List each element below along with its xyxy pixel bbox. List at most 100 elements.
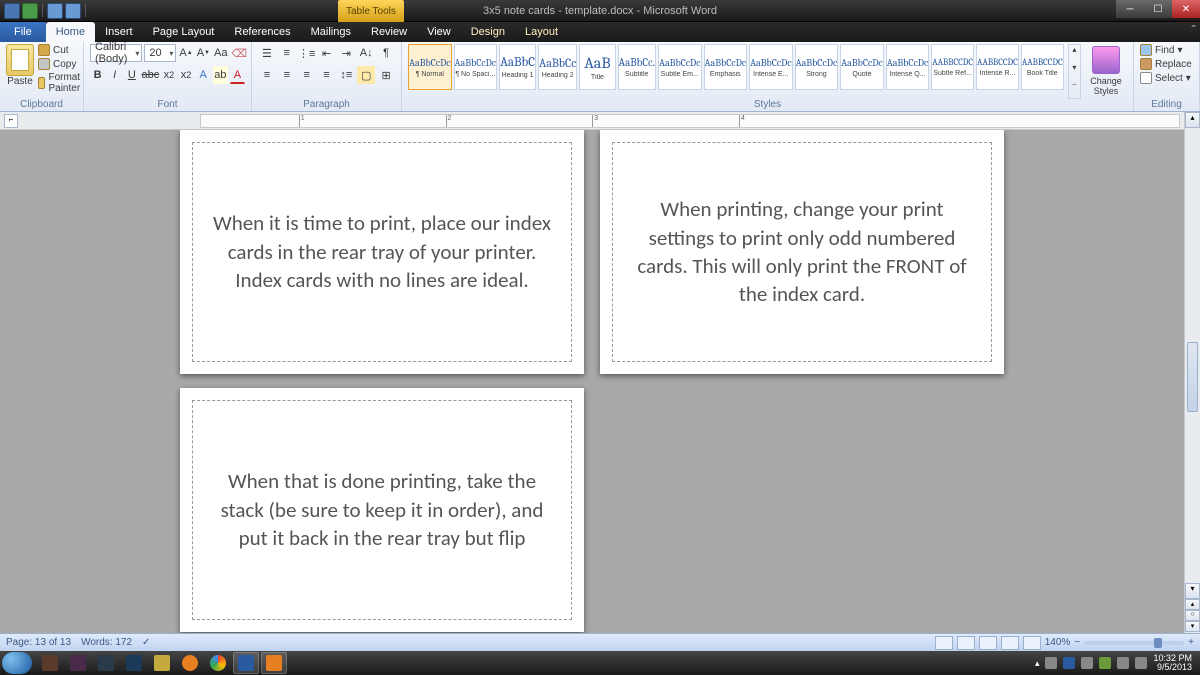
style-item-11[interactable]: AaBbCcDcIntense Q... xyxy=(886,44,930,90)
taskbar-app-chrome[interactable] xyxy=(205,652,231,674)
taskbar-app-vlc[interactable] xyxy=(261,652,287,674)
style-item-4[interactable]: AaBTitle xyxy=(579,44,615,90)
index-card-1[interactable]: When it is time to print, place our inde… xyxy=(180,130,584,374)
draft-view[interactable] xyxy=(1023,636,1041,650)
taskbar-app-lightroom[interactable] xyxy=(93,652,119,674)
close-button[interactable]: ✕ xyxy=(1172,0,1200,18)
print-layout-view[interactable] xyxy=(935,636,953,650)
font-color-button[interactable]: A xyxy=(230,66,245,84)
line-spacing-button[interactable]: ↕≡ xyxy=(337,66,355,84)
tray-bluetooth-icon[interactable] xyxy=(1063,657,1075,669)
sort-button[interactable]: A↓ xyxy=(357,44,375,62)
tab-references[interactable]: References xyxy=(224,22,300,42)
zoom-in-button[interactable]: + xyxy=(1188,637,1194,648)
index-card-2[interactable]: When printing, change your print setting… xyxy=(600,130,1004,374)
zoom-out-button[interactable]: − xyxy=(1074,637,1080,648)
borders-button[interactable]: ⊞ xyxy=(377,66,395,84)
subscript-button[interactable]: x2 xyxy=(161,66,176,84)
style-item-1[interactable]: AaBbCcDc¶ No Spaci... xyxy=(454,44,498,90)
index-card-3[interactable]: When that is done printing, take the sta… xyxy=(180,388,584,632)
tray-network-icon[interactable] xyxy=(1117,657,1129,669)
fullscreen-reading-view[interactable] xyxy=(957,636,975,650)
decrease-indent-button[interactable]: ⇤ xyxy=(318,44,336,62)
style-item-2[interactable]: AaBbCHeading 1 xyxy=(499,44,536,90)
document-area[interactable]: When it is time to print, place our inde… xyxy=(0,130,1184,633)
styles-gallery[interactable]: AaBbCcDc¶ NormalAaBbCcDc¶ No Spaci...AaB… xyxy=(408,44,1064,99)
styles-scroll-down[interactable]: ▾ xyxy=(1069,63,1080,81)
select-button[interactable]: Select ▾ xyxy=(1140,72,1193,84)
next-page-button[interactable]: ▾ xyxy=(1185,621,1200,632)
tray-icon[interactable] xyxy=(1045,657,1057,669)
taskbar-app-libraries[interactable] xyxy=(149,652,175,674)
styles-scroll-up[interactable]: ▴ xyxy=(1069,45,1080,63)
minimize-button[interactable]: ─ xyxy=(1116,0,1144,18)
tab-review[interactable]: Review xyxy=(361,22,417,42)
align-left-button[interactable]: ≡ xyxy=(258,66,276,84)
scroll-thumb[interactable] xyxy=(1187,342,1198,412)
find-button[interactable]: Find ▾ xyxy=(1140,44,1193,56)
start-button[interactable] xyxy=(2,652,32,674)
bold-button[interactable]: B xyxy=(90,66,105,84)
taskbar-app-indesign[interactable] xyxy=(65,652,91,674)
font-name-combo[interactable]: Calibri (Body) xyxy=(90,44,142,62)
change-styles-button[interactable]: Change Styles xyxy=(1085,44,1127,99)
strikethrough-button[interactable]: abc xyxy=(141,66,159,84)
style-item-10[interactable]: AaBbCcDcQuote xyxy=(840,44,884,90)
tab-page-layout[interactable]: Page Layout xyxy=(143,22,225,42)
clear-formatting-button[interactable]: ⌫ xyxy=(230,44,248,62)
style-item-13[interactable]: AABBCCDCIntense R... xyxy=(976,44,1019,90)
style-item-5[interactable]: AaBbCc.Subtitle xyxy=(618,44,656,90)
taskbar-app-word[interactable] xyxy=(233,652,259,674)
underline-button[interactable]: U xyxy=(124,66,139,84)
taskbar-app-bridge[interactable] xyxy=(37,652,63,674)
tab-mailings[interactable]: Mailings xyxy=(301,22,361,42)
taskbar-app-photoshop[interactable] xyxy=(121,652,147,674)
format-painter-button[interactable]: Format Painter xyxy=(38,72,85,94)
italic-button[interactable]: I xyxy=(107,66,122,84)
tab-selector[interactable]: ⌐ xyxy=(4,114,18,128)
tray-volume-icon[interactable] xyxy=(1135,657,1147,669)
save-icon[interactable] xyxy=(22,3,38,19)
style-item-12[interactable]: AABBCCDCSubtle Ref... xyxy=(931,44,974,90)
file-tab[interactable]: File xyxy=(0,22,46,42)
scroll-up-button[interactable]: ▴ xyxy=(1185,112,1200,128)
text-effects-button[interactable]: A xyxy=(196,66,211,84)
browse-object-button[interactable]: ○ xyxy=(1185,610,1200,621)
undo-icon[interactable] xyxy=(47,3,63,19)
tray-nvidia-icon[interactable] xyxy=(1099,657,1111,669)
tray-icon[interactable] xyxy=(1081,657,1093,669)
style-item-14[interactable]: AABBCCDCBook Title xyxy=(1021,44,1064,90)
styles-more[interactable]: ⎯ xyxy=(1069,80,1080,98)
tray-show-hidden[interactable]: ▴ xyxy=(1035,658,1040,669)
style-item-9[interactable]: AaBbCcDcStrong xyxy=(795,44,839,90)
paste-button[interactable]: Paste xyxy=(6,44,34,87)
bullets-button[interactable]: ☰ xyxy=(258,44,276,62)
tab-view[interactable]: View xyxy=(417,22,461,42)
zoom-slider[interactable] xyxy=(1084,641,1184,645)
align-center-button[interactable]: ≡ xyxy=(278,66,296,84)
outline-view[interactable] xyxy=(1001,636,1019,650)
font-size-combo[interactable]: 20 xyxy=(144,44,176,62)
tab-design[interactable]: Design xyxy=(461,22,515,42)
word-icon[interactable] xyxy=(4,3,20,19)
word-count[interactable]: Words: 172 xyxy=(81,637,132,648)
numbering-button[interactable]: ≡ xyxy=(278,44,296,62)
change-case-button[interactable]: Aa xyxy=(213,44,228,62)
scroll-down-button[interactable]: ▾ xyxy=(1185,583,1200,599)
vertical-scrollbar[interactable]: ▴ ▾ ▴ ○ ▾ xyxy=(1184,112,1200,633)
increase-indent-button[interactable]: ⇥ xyxy=(337,44,355,62)
web-layout-view[interactable] xyxy=(979,636,997,650)
cut-button[interactable]: Cut xyxy=(38,44,85,56)
style-item-7[interactable]: AaBbCcDcEmphasis xyxy=(704,44,748,90)
align-right-button[interactable]: ≡ xyxy=(298,66,316,84)
multilevel-list-button[interactable]: ⋮≡ xyxy=(298,44,316,62)
highlight-button[interactable]: ab xyxy=(213,66,228,84)
grow-font-button[interactable]: A▲ xyxy=(178,44,193,62)
shading-button[interactable]: ▢ xyxy=(357,66,375,84)
style-item-8[interactable]: AaBbCcDcIntense E... xyxy=(749,44,793,90)
tab-home[interactable]: Home xyxy=(46,22,95,42)
taskbar-app-firefox[interactable] xyxy=(177,652,203,674)
replace-button[interactable]: Replace xyxy=(1140,58,1193,70)
style-item-3[interactable]: AaBbCcHeading 2 xyxy=(538,44,577,90)
redo-icon[interactable] xyxy=(65,3,81,19)
